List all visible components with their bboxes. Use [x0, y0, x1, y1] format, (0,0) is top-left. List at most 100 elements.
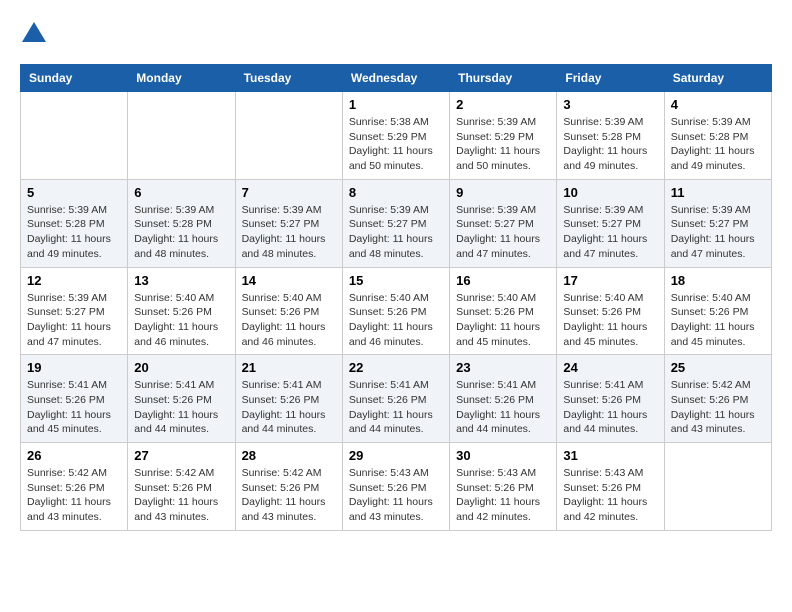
- day-info: Sunrise: 5:40 AM Sunset: 5:26 PM Dayligh…: [563, 291, 657, 350]
- day-info: Sunrise: 5:42 AM Sunset: 5:26 PM Dayligh…: [242, 466, 336, 525]
- day-number: 7: [242, 185, 336, 200]
- logo: [20, 20, 52, 48]
- calendar-cell: 24 Sunrise: 5:41 AM Sunset: 5:26 PM Dayli…: [557, 355, 664, 443]
- day-number: 13: [134, 273, 228, 288]
- day-info: Sunrise: 5:42 AM Sunset: 5:26 PM Dayligh…: [671, 378, 765, 437]
- weekday-header: Tuesday: [235, 65, 342, 92]
- day-info: Sunrise: 5:39 AM Sunset: 5:27 PM Dayligh…: [242, 203, 336, 262]
- day-number: 31: [563, 448, 657, 463]
- day-number: 26: [27, 448, 121, 463]
- calendar-cell: 11 Sunrise: 5:39 AM Sunset: 5:27 PM Dayli…: [664, 179, 771, 267]
- calendar-cell: 1 Sunrise: 5:38 AM Sunset: 5:29 PM Daylig…: [342, 92, 449, 180]
- day-number: 24: [563, 360, 657, 375]
- day-number: 4: [671, 97, 765, 112]
- calendar-cell: 31Sunrise: 5:43 AM Sunset: 5:26 PM Dayli…: [557, 443, 664, 531]
- day-number: 14: [242, 273, 336, 288]
- day-info: Sunrise: 5:39 AM Sunset: 5:27 PM Dayligh…: [563, 203, 657, 262]
- day-number: 23: [456, 360, 550, 375]
- weekday-header: Saturday: [664, 65, 771, 92]
- day-info: Sunrise: 5:41 AM Sunset: 5:26 PM Dayligh…: [134, 378, 228, 437]
- calendar-cell: 4 Sunrise: 5:39 AM Sunset: 5:28 PM Daylig…: [664, 92, 771, 180]
- day-number: 19: [27, 360, 121, 375]
- calendar-cell: 21 Sunrise: 5:41 AM Sunset: 5:26 PM Dayli…: [235, 355, 342, 443]
- day-number: 3: [563, 97, 657, 112]
- day-info: Sunrise: 5:41 AM Sunset: 5:26 PM Dayligh…: [349, 378, 443, 437]
- weekday-header: Sunday: [21, 65, 128, 92]
- calendar-cell: 3 Sunrise: 5:39 AM Sunset: 5:28 PM Daylig…: [557, 92, 664, 180]
- day-number: 30: [456, 448, 550, 463]
- weekday-header: Thursday: [450, 65, 557, 92]
- day-info: Sunrise: 5:40 AM Sunset: 5:26 PM Dayligh…: [349, 291, 443, 350]
- calendar-cell: 22 Sunrise: 5:41 AM Sunset: 5:26 PM Dayli…: [342, 355, 449, 443]
- calendar-cell: 14 Sunrise: 5:40 AM Sunset: 5:26 PM Dayli…: [235, 267, 342, 355]
- calendar-week-row: 1 Sunrise: 5:38 AM Sunset: 5:29 PM Daylig…: [21, 92, 772, 180]
- day-info: Sunrise: 5:43 AM Sunset: 5:26 PM Dayligh…: [456, 466, 550, 525]
- calendar-cell: [128, 92, 235, 180]
- calendar-week-row: 5 Sunrise: 5:39 AM Sunset: 5:28 PM Daylig…: [21, 179, 772, 267]
- day-number: 2: [456, 97, 550, 112]
- day-number: 9: [456, 185, 550, 200]
- calendar-week-row: 12 Sunrise: 5:39 AM Sunset: 5:27 PM Dayli…: [21, 267, 772, 355]
- day-number: 12: [27, 273, 121, 288]
- day-info: Sunrise: 5:41 AM Sunset: 5:26 PM Dayligh…: [242, 378, 336, 437]
- day-info: Sunrise: 5:41 AM Sunset: 5:26 PM Dayligh…: [563, 378, 657, 437]
- calendar-cell: 19 Sunrise: 5:41 AM Sunset: 5:26 PM Dayli…: [21, 355, 128, 443]
- day-number: 17: [563, 273, 657, 288]
- calendar-cell: 9Sunrise: 5:39 AM Sunset: 5:27 PM Daylig…: [450, 179, 557, 267]
- calendar-cell: 27Sunrise: 5:42 AM Sunset: 5:26 PM Dayli…: [128, 443, 235, 531]
- calendar-cell: 2 Sunrise: 5:39 AM Sunset: 5:29 PM Daylig…: [450, 92, 557, 180]
- calendar-cell: 28 Sunrise: 5:42 AM Sunset: 5:26 PM Dayli…: [235, 443, 342, 531]
- calendar-header-row: SundayMondayTuesdayWednesdayThursdayFrid…: [21, 65, 772, 92]
- day-info: Sunrise: 5:41 AM Sunset: 5:26 PM Dayligh…: [27, 378, 121, 437]
- calendar-cell: 30 Sunrise: 5:43 AM Sunset: 5:26 PM Dayli…: [450, 443, 557, 531]
- day-number: 18: [671, 273, 765, 288]
- day-info: Sunrise: 5:39 AM Sunset: 5:27 PM Dayligh…: [27, 291, 121, 350]
- calendar-week-row: 19 Sunrise: 5:41 AM Sunset: 5:26 PM Dayli…: [21, 355, 772, 443]
- calendar-cell: 13Sunrise: 5:40 AM Sunset: 5:26 PM Dayli…: [128, 267, 235, 355]
- day-number: 25: [671, 360, 765, 375]
- day-info: Sunrise: 5:40 AM Sunset: 5:26 PM Dayligh…: [242, 291, 336, 350]
- weekday-header: Monday: [128, 65, 235, 92]
- calendar-cell: [664, 443, 771, 531]
- calendar-cell: [21, 92, 128, 180]
- calendar-week-row: 26 Sunrise: 5:42 AM Sunset: 5:26 PM Dayli…: [21, 443, 772, 531]
- calendar-table: SundayMondayTuesdayWednesdayThursdayFrid…: [20, 64, 772, 531]
- day-number: 8: [349, 185, 443, 200]
- day-number: 29: [349, 448, 443, 463]
- calendar-cell: 25 Sunrise: 5:42 AM Sunset: 5:26 PM Dayli…: [664, 355, 771, 443]
- day-number: 6: [134, 185, 228, 200]
- day-info: Sunrise: 5:39 AM Sunset: 5:27 PM Dayligh…: [349, 203, 443, 262]
- calendar-cell: 15Sunrise: 5:40 AM Sunset: 5:26 PM Dayli…: [342, 267, 449, 355]
- calendar-cell: 12 Sunrise: 5:39 AM Sunset: 5:27 PM Dayli…: [21, 267, 128, 355]
- calendar-cell: 7 Sunrise: 5:39 AM Sunset: 5:27 PM Daylig…: [235, 179, 342, 267]
- weekday-header: Wednesday: [342, 65, 449, 92]
- day-info: Sunrise: 5:39 AM Sunset: 5:28 PM Dayligh…: [27, 203, 121, 262]
- day-number: 20: [134, 360, 228, 375]
- day-number: 1: [349, 97, 443, 112]
- calendar-cell: 6 Sunrise: 5:39 AM Sunset: 5:28 PM Daylig…: [128, 179, 235, 267]
- calendar-cell: 29Sunrise: 5:43 AM Sunset: 5:26 PM Dayli…: [342, 443, 449, 531]
- day-number: 5: [27, 185, 121, 200]
- logo-icon: [20, 20, 48, 48]
- day-number: 28: [242, 448, 336, 463]
- day-info: Sunrise: 5:39 AM Sunset: 5:29 PM Dayligh…: [456, 115, 550, 174]
- calendar-cell: 18Sunrise: 5:40 AM Sunset: 5:26 PM Dayli…: [664, 267, 771, 355]
- day-number: 21: [242, 360, 336, 375]
- day-number: 16: [456, 273, 550, 288]
- day-info: Sunrise: 5:39 AM Sunset: 5:28 PM Dayligh…: [134, 203, 228, 262]
- day-info: Sunrise: 5:42 AM Sunset: 5:26 PM Dayligh…: [134, 466, 228, 525]
- day-info: Sunrise: 5:41 AM Sunset: 5:26 PM Dayligh…: [456, 378, 550, 437]
- day-info: Sunrise: 5:38 AM Sunset: 5:29 PM Dayligh…: [349, 115, 443, 174]
- calendar-cell: 26 Sunrise: 5:42 AM Sunset: 5:26 PM Dayli…: [21, 443, 128, 531]
- weekday-header: Friday: [557, 65, 664, 92]
- day-number: 22: [349, 360, 443, 375]
- day-info: Sunrise: 5:39 AM Sunset: 5:28 PM Dayligh…: [563, 115, 657, 174]
- calendar-cell: 17 Sunrise: 5:40 AM Sunset: 5:26 PM Dayli…: [557, 267, 664, 355]
- day-info: Sunrise: 5:39 AM Sunset: 5:27 PM Dayligh…: [671, 203, 765, 262]
- day-info: Sunrise: 5:39 AM Sunset: 5:28 PM Dayligh…: [671, 115, 765, 174]
- day-number: 11: [671, 185, 765, 200]
- day-number: 10: [563, 185, 657, 200]
- calendar-cell: 20 Sunrise: 5:41 AM Sunset: 5:26 PM Dayli…: [128, 355, 235, 443]
- calendar-cell: 10 Sunrise: 5:39 AM Sunset: 5:27 PM Dayli…: [557, 179, 664, 267]
- day-info: Sunrise: 5:42 AM Sunset: 5:26 PM Dayligh…: [27, 466, 121, 525]
